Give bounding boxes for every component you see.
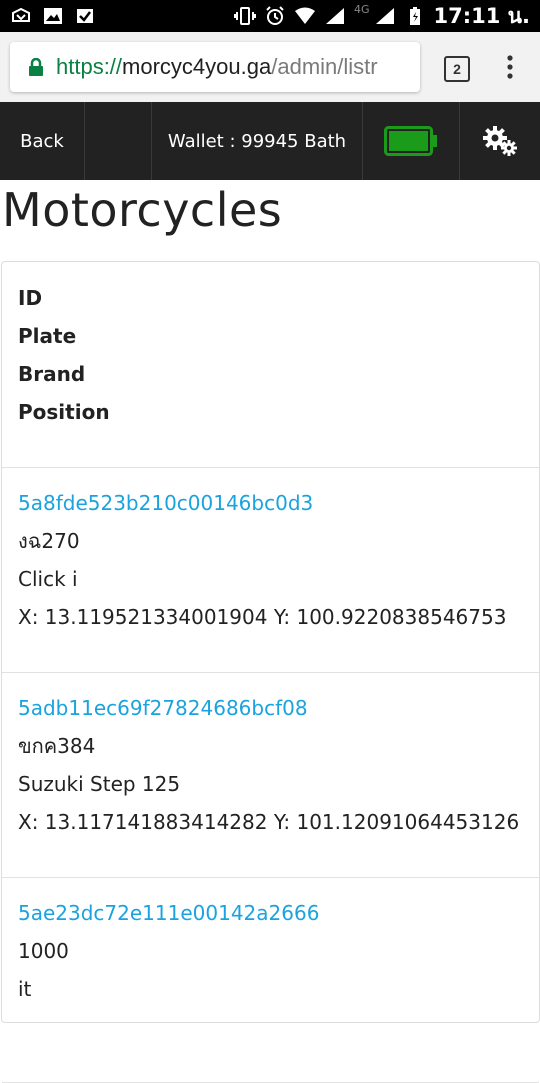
url-path: /admin/listr bbox=[271, 54, 378, 79]
motorcycle-brand: Suzuki Step 125 bbox=[18, 772, 181, 796]
list-item: 5ae23dc72e111e00142a2666 1000 it bbox=[2, 894, 539, 1083]
lock-icon bbox=[28, 57, 44, 76]
motorcycle-plate: ขกค384 bbox=[18, 734, 96, 758]
notification-icon bbox=[10, 5, 32, 27]
image-icon bbox=[42, 5, 64, 27]
nav-spacer bbox=[85, 102, 152, 180]
url-text: https://morcyc4you.ga/admin/listr bbox=[56, 54, 378, 80]
url-scheme: https:// bbox=[56, 54, 123, 79]
wifi-icon bbox=[294, 5, 316, 27]
motorcycle-list: ID Plate Brand Position 5a8fde523b210c00… bbox=[1, 261, 540, 1083]
motorcycle-brand: it bbox=[18, 977, 32, 1001]
overflow-menu-icon[interactable] bbox=[505, 52, 515, 82]
check-icon bbox=[74, 5, 96, 27]
alarm-icon bbox=[264, 5, 286, 27]
header-id: ID bbox=[18, 286, 43, 310]
wallet-balance[interactable]: Wallet : 99945 Bath bbox=[152, 102, 363, 180]
header-position: Position bbox=[18, 400, 110, 424]
clock: 17:11 น. bbox=[433, 3, 531, 28]
motorcycle-position bbox=[18, 1008, 523, 1046]
battery-icon bbox=[404, 5, 426, 27]
network-type: 4G bbox=[353, 2, 370, 16]
battery-level-icon bbox=[384, 126, 437, 156]
motorcycle-id-link[interactable]: 5ae23dc72e111e00142a2666 bbox=[18, 894, 523, 932]
motorcycle-id-link[interactable]: 5adb11ec69f27824686bcf08 bbox=[18, 689, 523, 727]
battery-status[interactable] bbox=[363, 102, 460, 180]
motorcycle-plate: งฉ270 bbox=[18, 529, 80, 553]
header-plate: Plate bbox=[18, 324, 77, 348]
list-item: 5a8fde523b210c00146bc0d3 งฉ270 Click i X… bbox=[2, 484, 539, 673]
status-bar: 4G 17:11 น. bbox=[0, 0, 540, 32]
motorcycle-position: X: 13.117141883414282 Y: 101.12091064453… bbox=[18, 810, 520, 834]
settings-button[interactable] bbox=[460, 102, 540, 180]
motorcycle-position: X: 13.119521334001904 Y: 100.92208385467… bbox=[18, 605, 507, 629]
signal-icon bbox=[324, 5, 346, 27]
back-button[interactable]: Back bbox=[0, 102, 85, 180]
motorcycle-plate: 1000 bbox=[18, 939, 69, 963]
signal-icon-2 bbox=[374, 5, 396, 27]
url-host: morcyc4you.ga bbox=[122, 54, 272, 79]
app-navbar: Back Wallet : 99945 Bath bbox=[0, 102, 540, 180]
list-header: ID Plate Brand Position bbox=[2, 279, 539, 468]
address-bar[interactable]: https://morcyc4you.ga/admin/listr bbox=[10, 42, 420, 92]
list-item: 5adb11ec69f27824686bcf08 ขกค384 Suzuki S… bbox=[2, 689, 539, 878]
motorcycle-id-link[interactable]: 5a8fde523b210c00146bc0d3 bbox=[18, 484, 523, 522]
header-brand: Brand bbox=[18, 362, 86, 386]
gears-icon bbox=[483, 126, 517, 156]
browser-toolbar: https://morcyc4you.ga/admin/listr 2 bbox=[0, 32, 540, 102]
tab-switcher-button[interactable]: 2 bbox=[444, 56, 470, 82]
vibrate-icon bbox=[233, 5, 256, 27]
motorcycle-brand: Click i bbox=[18, 567, 78, 591]
page-title: Motorcycles bbox=[2, 183, 283, 237]
